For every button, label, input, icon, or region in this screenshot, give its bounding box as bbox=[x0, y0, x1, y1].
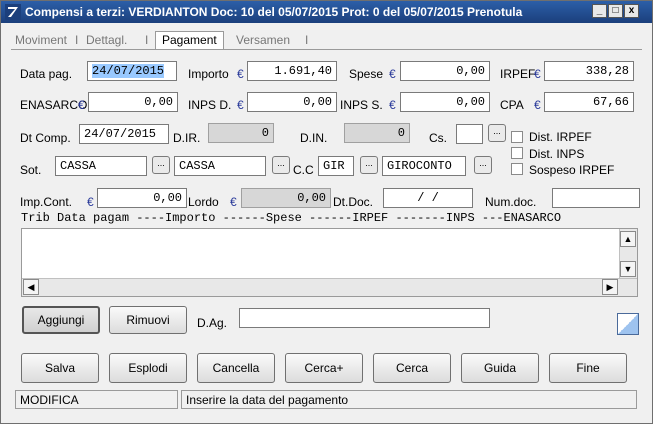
euro-icon: € bbox=[230, 195, 237, 209]
fine-button[interactable]: Fine bbox=[549, 353, 627, 383]
sot-desc-field[interactable]: CASSA bbox=[174, 156, 266, 176]
euro-icon: € bbox=[534, 67, 541, 81]
dist-irpef-checkbox[interactable] bbox=[511, 131, 523, 143]
app-icon bbox=[5, 4, 21, 20]
euro-icon: € bbox=[237, 98, 244, 112]
tab-pagament[interactable]: Pagament bbox=[155, 31, 224, 50]
importo-field[interactable]: 1.691,40 bbox=[247, 61, 337, 81]
num-doc-field[interactable] bbox=[552, 188, 640, 208]
dist-inps-checkbox[interactable] bbox=[511, 147, 523, 159]
tab-dettagl[interactable]: Dettagl. bbox=[86, 33, 127, 47]
irpef-field[interactable]: 338,28 bbox=[544, 61, 634, 81]
minimize-button[interactable]: _ bbox=[592, 4, 607, 18]
scroll-up-icon[interactable]: ▲ bbox=[620, 231, 636, 247]
sot-desc-browse-button[interactable]: ... bbox=[272, 156, 290, 174]
irpef-label: IRPEF bbox=[500, 67, 536, 81]
window: Compensi a terzi: VERDIANTON Doc: 10 del… bbox=[0, 0, 653, 424]
data-pag-label: Data pag. bbox=[20, 67, 73, 81]
aggiungi-button[interactable]: Aggiungi bbox=[22, 306, 100, 334]
resize-corner-icon[interactable] bbox=[617, 313, 639, 335]
euro-icon: € bbox=[237, 67, 244, 81]
euro-icon: € bbox=[78, 98, 85, 112]
dt-comp-label: Dt Comp. bbox=[20, 131, 71, 145]
spese-field[interactable]: 0,00 bbox=[400, 61, 490, 81]
dt-comp-field[interactable]: 24/07/2015 bbox=[79, 124, 169, 144]
cc-desc-field[interactable]: GIROCONTO bbox=[382, 156, 466, 176]
lordo-field: 0,00 bbox=[241, 188, 331, 208]
maximize-button[interactable]: □ bbox=[608, 4, 623, 18]
dt-doc-field[interactable]: / / bbox=[383, 188, 473, 208]
euro-icon: € bbox=[534, 98, 541, 112]
d-ag-label: D.Ag. bbox=[197, 316, 228, 330]
spese-label: Spese bbox=[349, 67, 384, 81]
euro-icon: € bbox=[87, 195, 94, 209]
status-message: Inserire la data del pagamento bbox=[181, 390, 637, 409]
cc-label: C.C bbox=[293, 163, 314, 177]
d-ag-field[interactable] bbox=[239, 308, 490, 328]
vertical-scrollbar[interactable]: ▲ ▼ bbox=[619, 229, 637, 279]
sot-code-field[interactable]: CASSA bbox=[55, 156, 147, 176]
esplodi-button[interactable]: Esplodi bbox=[109, 353, 187, 383]
cc-browse-button[interactable]: ... bbox=[360, 156, 378, 174]
imp-cont-field[interactable]: 0,00 bbox=[97, 188, 187, 208]
cs-field[interactable] bbox=[456, 124, 483, 144]
sot-label: Sot. bbox=[20, 163, 42, 177]
inps-d-field[interactable]: 0,00 bbox=[247, 92, 337, 112]
salva-button[interactable]: Salva bbox=[21, 353, 99, 383]
sospeso-irpef-label: Sospeso IRPEF bbox=[529, 163, 615, 177]
status-mode: MODIFICA bbox=[15, 390, 178, 409]
scroll-left-icon[interactable]: ◀ bbox=[23, 279, 39, 295]
cc-code-field[interactable]: GIR bbox=[318, 156, 354, 176]
d-in-field: 0 bbox=[344, 123, 410, 143]
sot-browse-button[interactable]: ... bbox=[152, 156, 170, 174]
cpa-field[interactable]: 67,66 bbox=[544, 92, 634, 112]
rimuovi-button[interactable]: Rimuovi bbox=[109, 306, 187, 334]
sospeso-irpef-checkbox[interactable] bbox=[511, 163, 523, 175]
tab-separator: I bbox=[145, 33, 149, 47]
close-button[interactable]: x bbox=[624, 4, 639, 18]
cancella-button[interactable]: Cancella bbox=[197, 353, 275, 383]
euro-icon: € bbox=[389, 98, 396, 112]
num-doc-label: Num.doc. bbox=[485, 195, 537, 209]
scroll-down-icon[interactable]: ▼ bbox=[620, 261, 636, 277]
d-ir-field: 0 bbox=[208, 123, 274, 143]
tab-separator: I bbox=[305, 33, 309, 47]
cs-browse-button[interactable]: ... bbox=[488, 124, 506, 142]
scroll-right-icon[interactable]: ▶ bbox=[602, 279, 618, 295]
enasarco-field[interactable]: 0,00 bbox=[88, 92, 178, 112]
d-ir-label: D.IR. bbox=[173, 131, 201, 145]
tab-separator: I bbox=[75, 33, 79, 47]
inps-s-label: INPS S. bbox=[340, 98, 383, 112]
payments-list[interactable]: ▲ ▼ ◀ ▶ bbox=[21, 228, 638, 297]
importo-label: Importo bbox=[188, 67, 229, 81]
dist-inps-label: Dist. INPS bbox=[529, 147, 585, 161]
list-area[interactable] bbox=[22, 229, 619, 278]
tab-moviment[interactable]: Moviment bbox=[15, 33, 67, 47]
imp-cont-label: Imp.Cont. bbox=[20, 195, 73, 209]
dist-irpef-label: Dist. IRPEF bbox=[529, 130, 592, 144]
euro-icon: € bbox=[389, 67, 396, 81]
guida-button[interactable]: Guida bbox=[461, 353, 539, 383]
d-in-label: D.IN. bbox=[300, 131, 328, 145]
title-bar: Compensi a terzi: VERDIANTON Doc: 10 del… bbox=[1, 1, 652, 23]
cerca-plus-button[interactable]: Cerca+ bbox=[285, 353, 363, 383]
cpa-label: CPA bbox=[500, 98, 524, 112]
data-pag-field[interactable]: 24/07/2015 bbox=[87, 61, 177, 81]
cerca-button[interactable]: Cerca bbox=[373, 353, 451, 383]
inps-s-field[interactable]: 0,00 bbox=[400, 92, 490, 112]
window-title: Compensi a terzi: VERDIANTON Doc: 10 del… bbox=[25, 5, 523, 19]
cs-label: Cs. bbox=[429, 131, 447, 145]
horizontal-scrollbar[interactable]: ◀ ▶ bbox=[22, 278, 637, 296]
inps-d-label: INPS D. bbox=[188, 98, 232, 112]
tab-versamen[interactable]: Versamen bbox=[236, 33, 290, 47]
cc-desc-browse-button[interactable]: ... bbox=[474, 156, 492, 174]
lordo-label: Lordo bbox=[188, 195, 219, 209]
dt-doc-label: Dt.Doc. bbox=[333, 195, 374, 209]
list-header: Trib Data pagam ----Importo ------Spese … bbox=[21, 211, 562, 225]
